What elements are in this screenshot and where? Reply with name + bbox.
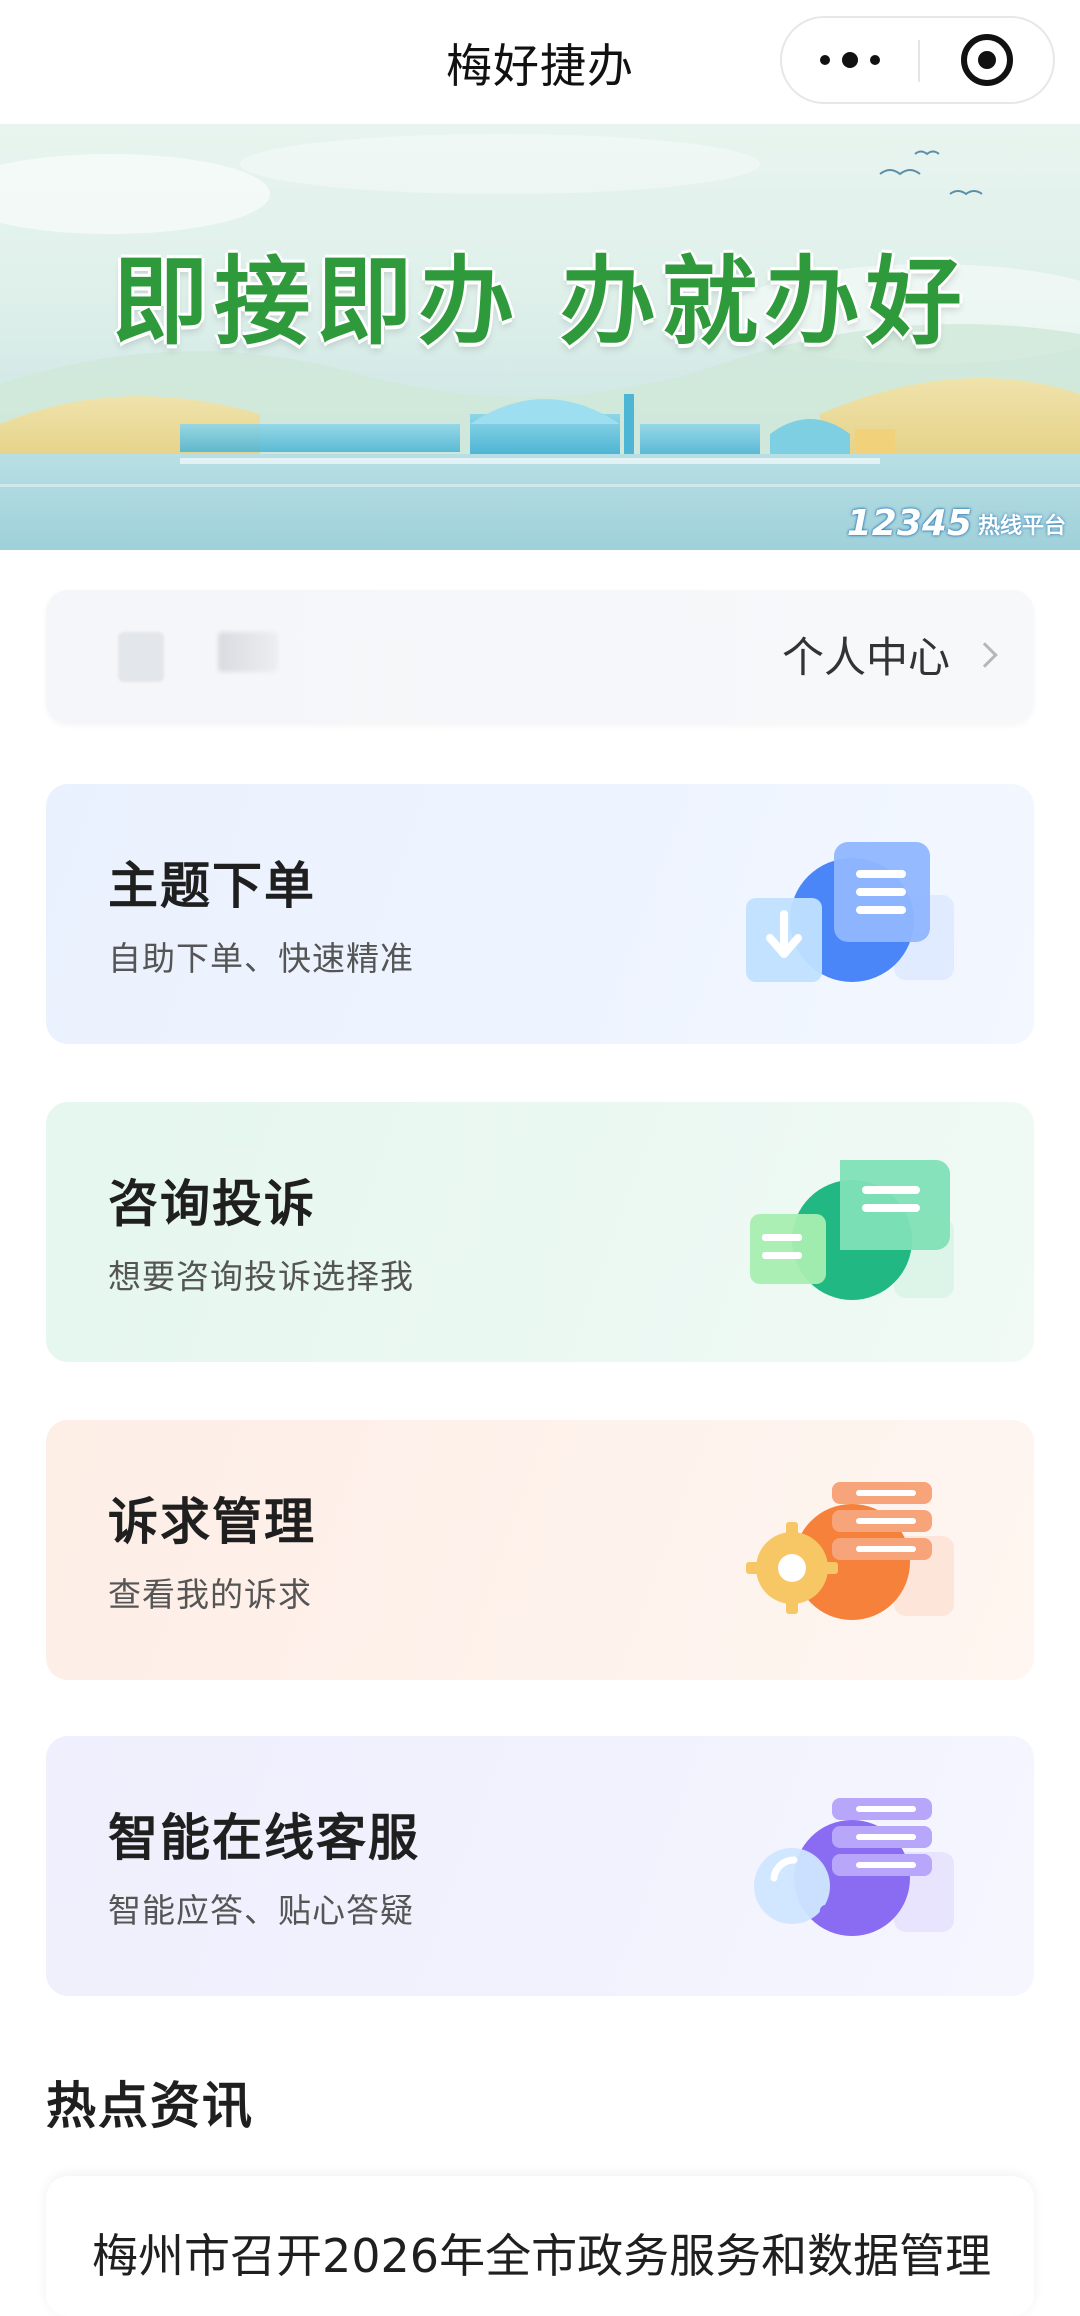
user-name-redacted	[218, 632, 278, 672]
news-item-title: 梅州市召开2026年全市政务服务和数据管理	[92, 2229, 992, 2283]
personal-center-label: 个人中心	[781, 633, 950, 682]
more-dots-icon	[814, 52, 886, 68]
news-item[interactable]: 梅州市召开2026年全市政务服务和数据管理	[46, 2176, 1034, 2316]
feature-title: 咨询投诉	[108, 1175, 316, 1233]
search-service-icon	[754, 1798, 954, 1936]
feature-subtitle: 自助下单、快速精准	[108, 939, 414, 978]
feature-subtitle: 智能应答、贴心答疑	[108, 1891, 414, 1930]
feature-card-consult-complaint[interactable]: 咨询投诉 想要咨询投诉选择我	[46, 1102, 1034, 1362]
close-button[interactable]	[920, 18, 1054, 102]
hot-news-heading: 热点资讯	[46, 2077, 254, 2135]
chat-bubbles-icon	[750, 1160, 954, 1300]
download-document-icon	[746, 842, 954, 982]
gear-list-icon	[746, 1482, 954, 1620]
nav-bar: 梅好捷办	[0, 0, 1080, 124]
personal-center-link[interactable]: 个人中心	[781, 624, 998, 685]
mini-program-capsule	[780, 16, 1055, 104]
banner-slogan: 即接即办 办就办好	[112, 246, 968, 358]
hotline-label: 热线平台	[977, 514, 1066, 539]
more-button[interactable]	[782, 18, 918, 102]
hotline-number: 12345	[846, 503, 972, 544]
feature-card-topic-order[interactable]: 主题下单 自助下单、快速精准	[46, 784, 1034, 1044]
target-icon	[961, 34, 1013, 86]
user-profile-row[interactable]: 个人中心	[46, 590, 1034, 724]
feature-title: 主题下单	[108, 857, 316, 915]
hotline-badge: 12345 热线平台	[847, 503, 1066, 544]
feature-subtitle: 想要咨询投诉选择我	[108, 1257, 414, 1296]
feature-title: 诉求管理	[108, 1493, 316, 1551]
hero-banner[interactable]: 即接即办 办就办好 12345 热线平台	[0, 124, 1080, 550]
chevron-right-icon	[972, 641, 998, 668]
feature-card-request-management[interactable]: 诉求管理 查看我的诉求	[46, 1420, 1034, 1680]
feature-card-online-service[interactable]: 智能在线客服 智能应答、贴心答疑	[46, 1736, 1034, 1996]
feature-subtitle: 查看我的诉求	[108, 1575, 312, 1614]
feature-title: 智能在线客服	[108, 1809, 420, 1867]
avatar	[118, 632, 164, 682]
